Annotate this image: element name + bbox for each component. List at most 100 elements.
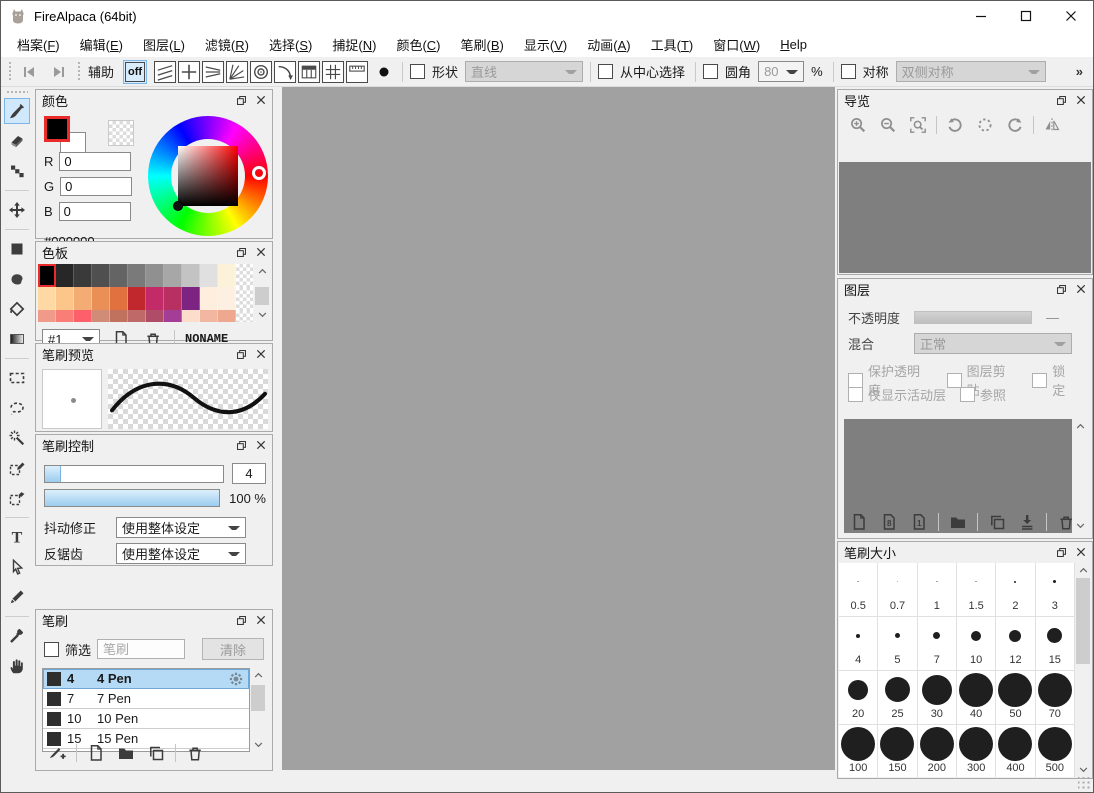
palette-swatch[interactable]: [164, 264, 182, 287]
brush-list-item[interactable]: 77 Pen: [43, 689, 249, 709]
assist-ruler-button[interactable]: [346, 61, 368, 83]
brush-list-item[interactable]: 44 Pen: [43, 669, 249, 689]
scroll-up-icon[interactable]: [1075, 563, 1091, 578]
palette-swatch[interactable]: [236, 310, 254, 322]
pen-tool[interactable]: [4, 584, 30, 610]
layer-option[interactable]: 仅显示活动层: [848, 385, 946, 404]
palette-swatch[interactable]: [164, 310, 182, 322]
brush-list-scrollbar[interactable]: [250, 668, 266, 752]
float-panel-icon[interactable]: [234, 347, 248, 361]
select-lasso-tool[interactable]: [4, 395, 30, 421]
palette-swatch[interactable]: [38, 310, 56, 322]
float-panel-icon[interactable]: [234, 245, 248, 259]
assist-radial-lines-button[interactable]: [226, 61, 248, 83]
brush-size-cell[interactable]: 20: [839, 671, 877, 724]
merge-down-button[interactable]: [1016, 511, 1038, 533]
brush-size-cell[interactable]: 1: [918, 563, 956, 616]
blur-tool[interactable]: [4, 266, 30, 292]
g-input[interactable]: [60, 177, 132, 196]
zoom-fit-button[interactable]: [906, 113, 930, 137]
brush-size-cell[interactable]: 50: [996, 671, 1034, 724]
folder-button[interactable]: [947, 511, 969, 533]
close-panel-icon[interactable]: [254, 93, 268, 107]
palette-swatch[interactable]: [56, 310, 74, 322]
text-tool[interactable]: T: [4, 524, 30, 550]
menu-item-n[interactable]: 捕捉(N): [322, 32, 386, 57]
assist-focus-lines-button[interactable]: [202, 61, 224, 83]
palette-scrollbar[interactable]: [254, 264, 270, 322]
menu-item-w[interactable]: 窗口(W): [703, 32, 770, 57]
folder-button[interactable]: [115, 742, 137, 764]
window-resize-grip[interactable]: [1078, 777, 1091, 790]
palette-swatch[interactable]: [146, 287, 164, 310]
brush-settings-gear-icon[interactable]: [227, 670, 245, 688]
palette-swatch[interactable]: [146, 264, 164, 287]
doc-1-button[interactable]: 1: [908, 511, 930, 533]
menu-item-h[interactable]: Help: [770, 34, 817, 55]
eraser-tool[interactable]: [4, 128, 30, 154]
brush-size-titlebar[interactable]: 笔刷大小: [838, 542, 1092, 562]
brush-size-cell[interactable]: 5: [878, 617, 916, 670]
symmetry-checkbox[interactable]: [841, 64, 856, 79]
select-rect-tool[interactable]: [4, 365, 30, 391]
bucket-tool[interactable]: [4, 296, 30, 322]
menu-item-t[interactable]: 工具(T): [641, 32, 704, 57]
new-doc-button[interactable]: [848, 511, 870, 533]
canvas[interactable]: [282, 87, 835, 770]
palette-swatch[interactable]: [182, 287, 200, 310]
brush-size-value[interactable]: 4: [232, 463, 266, 484]
palette-swatch[interactable]: [200, 310, 218, 322]
antialias-dropdown[interactable]: 使用整体设定: [116, 543, 246, 564]
brush-size-cell[interactable]: 400: [996, 725, 1034, 777]
menu-item-a[interactable]: 动画(A): [577, 32, 640, 57]
maximize-button[interactable]: [1003, 1, 1048, 31]
brush-search-input[interactable]: [97, 639, 185, 659]
eyedropper-tool[interactable]: [4, 623, 30, 649]
minimize-button[interactable]: [958, 1, 1003, 31]
gradient-tool[interactable]: [4, 326, 30, 352]
blend-dropdown[interactable]: 正常: [914, 333, 1072, 354]
palette-swatch[interactable]: [74, 264, 92, 287]
menu-item-f[interactable]: 档案(F): [7, 32, 70, 57]
pointer-tool[interactable]: [4, 554, 30, 580]
brush-size-cell[interactable]: 40: [957, 671, 995, 724]
clear-button[interactable]: 清除: [202, 638, 264, 660]
brush-size-cell[interactable]: 2: [996, 563, 1034, 616]
duplicate-button[interactable]: [145, 742, 167, 764]
checkbox[interactable]: [1032, 373, 1047, 388]
assist-cross-button[interactable]: [178, 61, 200, 83]
transparent-color-swatch[interactable]: [108, 120, 134, 146]
round-corner-dropdown[interactable]: 80: [758, 61, 804, 82]
assist-off-button[interactable]: off: [123, 60, 147, 84]
checkbox[interactable]: [960, 387, 975, 402]
palette-swatch[interactable]: [146, 310, 164, 322]
palette-swatch[interactable]: [56, 287, 74, 310]
palette-swatch[interactable]: [110, 264, 128, 287]
close-panel-icon[interactable]: [254, 347, 268, 361]
palette-swatch[interactable]: [218, 287, 236, 310]
menu-item-e[interactable]: 编辑(E): [70, 32, 133, 57]
palette-swatch[interactable]: [110, 310, 128, 322]
brush-size-cell[interactable]: 100: [839, 725, 877, 777]
brush-size-cell[interactable]: 3: [1036, 563, 1074, 616]
close-panel-icon[interactable]: [254, 245, 268, 259]
assist-concentric-circles-button[interactable]: [250, 61, 272, 83]
palette-swatch[interactable]: [74, 287, 92, 310]
palette-swatch[interactable]: [56, 264, 74, 287]
duplicate-button[interactable]: [986, 511, 1008, 533]
float-panel-icon[interactable]: [234, 93, 248, 107]
navigator-titlebar[interactable]: 导览: [838, 90, 1092, 110]
float-panel-icon[interactable]: [1054, 93, 1068, 107]
close-panel-icon[interactable]: [1074, 93, 1088, 107]
dot-icon[interactable]: [373, 61, 395, 83]
layer-panel-titlebar[interactable]: 图层: [838, 279, 1092, 299]
brush-size-scrollbar[interactable]: [1075, 563, 1091, 777]
color-wheel[interactable]: [148, 116, 268, 236]
round-corner-checkbox[interactable]: [703, 64, 718, 79]
brush-size-cell[interactable]: 150: [878, 725, 916, 777]
menu-item-b[interactable]: 笔刷(B): [451, 32, 514, 57]
brush-size-cell[interactable]: 12: [996, 617, 1034, 670]
brush-size-slider[interactable]: [44, 465, 224, 483]
float-panel-icon[interactable]: [234, 438, 248, 452]
menu-item-c[interactable]: 颜色(C): [386, 32, 450, 57]
